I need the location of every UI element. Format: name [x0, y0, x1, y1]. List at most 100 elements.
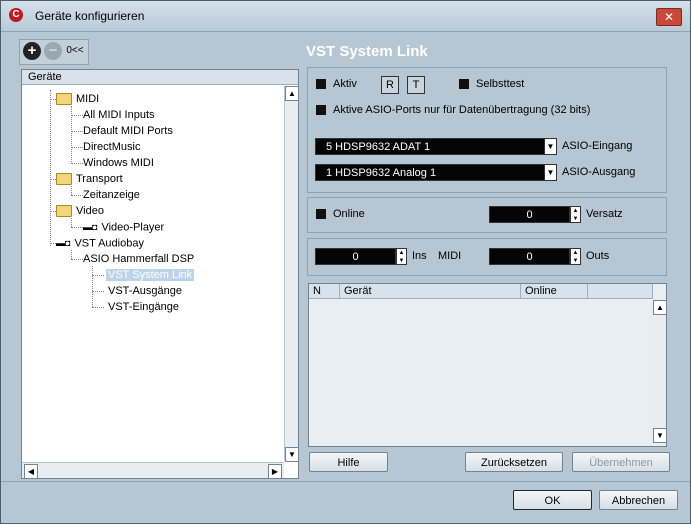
tree-item-transport[interactable]: Transport: [56, 172, 123, 187]
asio-input-select[interactable]: 5 HDSP9632 ADAT 1 ▼: [315, 138, 557, 155]
chevron-down-icon[interactable]: ▼: [544, 139, 556, 154]
tree-line: [92, 266, 93, 307]
list-header: N Gerät Online: [309, 284, 653, 299]
t-button[interactable]: T: [407, 76, 425, 94]
asio-ports-checkbox[interactable]: [316, 105, 326, 115]
cancel-button[interactable]: Abbrechen: [599, 490, 678, 510]
midi-label: MIDI: [438, 250, 462, 262]
tree-line: [71, 250, 72, 259]
selbsttest-label: Selbsttest: [476, 78, 525, 90]
tree-line: [92, 307, 104, 308]
tree-item-label: Zeitanzeige: [83, 189, 140, 201]
tree-item-vst-audiobay[interactable]: ▬◘ VST Audiobay: [56, 236, 144, 251]
tree-item-label: MIDI: [76, 93, 100, 105]
panel-title: VST System Link: [306, 43, 428, 60]
tree-item-vst-eingaenge[interactable]: VST-Eingänge: [108, 300, 179, 315]
video-device-icon: ▬◘: [83, 222, 98, 232]
tree-line: [71, 115, 83, 116]
online-checkbox[interactable]: [316, 209, 326, 219]
tree-line: [71, 259, 83, 260]
tree-item-midi[interactable]: MIDI: [56, 92, 99, 107]
asio-output-select[interactable]: 1 HDSP9632 Analog 1 ▼: [315, 164, 557, 181]
tree-line: [71, 227, 83, 228]
chevron-down-icon[interactable]: ▼: [544, 165, 556, 180]
versatz-spinner[interactable]: ▲ ▼: [570, 206, 581, 223]
selbsttest-checkbox[interactable]: [459, 79, 469, 89]
bottom-separator: [1, 481, 690, 482]
online-label: Online: [333, 208, 365, 220]
asio-output-value: 1 HDSP9632 Analog 1: [326, 167, 437, 179]
tree-vertical-scrollbar[interactable]: ▲ ▼: [284, 86, 299, 462]
audio-device-icon: ▬◘: [56, 238, 71, 248]
asio-input-value: 5 HDSP9632 ADAT 1: [326, 141, 431, 153]
tree-line: [71, 131, 83, 132]
scroll-left-icon[interactable]: ◀: [24, 464, 38, 479]
tree-line: [71, 147, 83, 148]
folder-icon: [56, 93, 72, 106]
ins-spinner[interactable]: ▲ ▼: [396, 248, 407, 265]
tree-line: [50, 90, 51, 246]
tree-item-windows-midi[interactable]: Windows MIDI: [83, 156, 154, 171]
tree-item-vst-system-link[interactable]: VST System Link: [106, 268, 195, 283]
tree-item-label: VST System Link: [106, 269, 195, 281]
tree-item-label: Video-Player: [101, 221, 165, 234]
scroll-right-icon[interactable]: ▶: [268, 464, 282, 479]
tree-item-all-midi-inputs[interactable]: All MIDI Inputs: [83, 108, 155, 123]
column-header-online[interactable]: Online: [521, 284, 588, 298]
remove-device-button[interactable]: −: [44, 42, 62, 60]
tree-line: [71, 218, 72, 227]
asio-input-label: ASIO-Eingang: [562, 140, 633, 152]
ok-button[interactable]: OK: [513, 490, 592, 510]
aktiv-label: Aktiv: [333, 78, 357, 90]
ins-field[interactable]: 0: [315, 248, 396, 265]
column-header-empty: [588, 284, 653, 298]
versatz-label: Versatz: [586, 208, 623, 220]
tree-item-label: Default MIDI Ports: [83, 125, 173, 137]
outs-label: Outs: [586, 250, 610, 262]
tree-item-video-player[interactable]: ▬◘ Video-Player: [83, 220, 164, 235]
tree-item-zeitanzeige[interactable]: Zeitanzeige: [83, 188, 140, 203]
device-config-window: C Geräte konfigurieren ✕ + − 0<< Geräte …: [0, 0, 691, 524]
tree-item-label: ASIO Hammerfall DSP: [83, 253, 195, 265]
tree-item-vst-ausgaenge[interactable]: VST-Ausgänge: [108, 284, 182, 299]
tree-item-label: Video: [76, 205, 104, 217]
versatz-field[interactable]: 0: [489, 206, 570, 223]
tree-item-directmusic[interactable]: DirectMusic: [83, 140, 140, 155]
tree-item-label: VST-Eingänge: [108, 301, 179, 313]
reset-button[interactable]: Zurücksetzen: [465, 452, 563, 472]
folder-icon: [56, 173, 72, 186]
tree-item-label: Windows MIDI: [83, 157, 154, 169]
add-device-button[interactable]: +: [23, 42, 41, 60]
folder-icon: [56, 205, 72, 218]
apply-button[interactable]: Übernehmen: [572, 452, 670, 472]
list-vertical-scrollbar[interactable]: ▲ ▼: [653, 298, 667, 444]
tree-line: [92, 275, 104, 276]
scroll-up-icon[interactable]: ▲: [285, 86, 299, 101]
r-button[interactable]: R: [381, 76, 399, 94]
collapse-all-button[interactable]: 0<<: [64, 43, 86, 59]
tree-item-video[interactable]: Video: [56, 204, 104, 219]
help-button[interactable]: Hilfe: [309, 452, 388, 472]
tree-item-default-midi-ports[interactable]: Default MIDI Ports: [83, 124, 173, 139]
tree-item-label: Transport: [76, 173, 123, 185]
close-button[interactable]: ✕: [656, 8, 682, 26]
tree-item-label: VST-Ausgänge: [108, 285, 182, 297]
scroll-up-icon[interactable]: ▲: [653, 300, 667, 315]
column-header-geraet[interactable]: Gerät: [340, 284, 521, 298]
window-title: Geräte konfigurieren: [35, 9, 145, 23]
tree-line: [71, 163, 83, 164]
aktiv-checkbox[interactable]: [316, 79, 326, 89]
system-link-device-list[interactable]: N Gerät Online ▲ ▼: [308, 283, 667, 447]
tree-item-label: VST Audiobay: [74, 237, 144, 250]
outs-field[interactable]: 0: [489, 248, 570, 265]
column-header-n[interactable]: N: [309, 284, 340, 298]
tree-item-label: All MIDI Inputs: [83, 109, 155, 121]
ins-label: Ins: [412, 250, 427, 262]
device-tree: Geräte MIDI All MIDI Inputs Default MIDI…: [21, 69, 299, 479]
scroll-down-icon[interactable]: ▼: [285, 447, 299, 462]
scroll-down-icon[interactable]: ▼: [653, 428, 667, 443]
title-bar: C Geräte konfigurieren ✕: [1, 1, 690, 32]
tree-item-asio-hammerfall[interactable]: ASIO Hammerfall DSP: [83, 252, 194, 267]
tree-horizontal-scrollbar[interactable]: ◀ ▶: [22, 462, 284, 479]
outs-spinner[interactable]: ▲ ▼: [570, 248, 581, 265]
